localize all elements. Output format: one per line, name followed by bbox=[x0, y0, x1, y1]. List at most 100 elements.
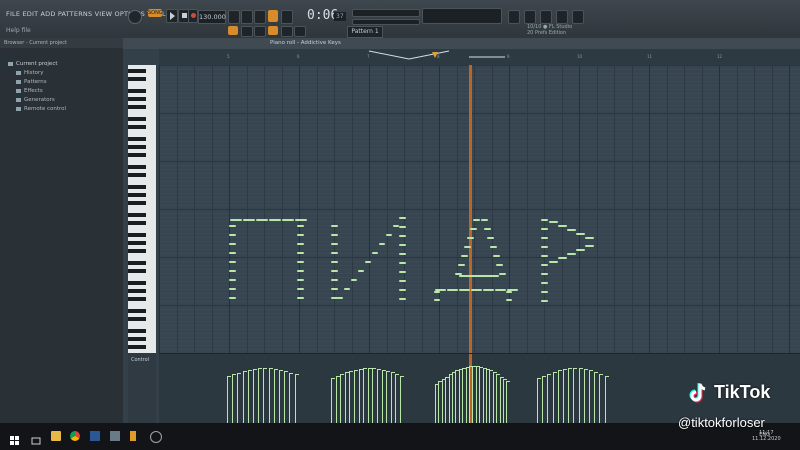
midi-note[interactable] bbox=[358, 270, 364, 272]
velocity-stem[interactable] bbox=[335, 376, 340, 424]
velocity-stem[interactable] bbox=[377, 368, 381, 424]
velocity-stem[interactable] bbox=[542, 375, 547, 424]
midi-note[interactable] bbox=[230, 219, 242, 221]
wait-button[interactable] bbox=[241, 10, 253, 24]
midi-note[interactable] bbox=[399, 289, 406, 291]
midi-note[interactable] bbox=[493, 255, 500, 257]
midi-note[interactable] bbox=[506, 291, 512, 293]
midi-note[interactable] bbox=[331, 252, 338, 254]
velocity-stem[interactable] bbox=[503, 378, 507, 424]
velocity-stem[interactable] bbox=[462, 367, 467, 424]
midi-note[interactable] bbox=[458, 264, 465, 266]
midi-note[interactable] bbox=[447, 289, 458, 291]
midi-note[interactable] bbox=[297, 234, 304, 236]
app-icon[interactable] bbox=[150, 431, 162, 443]
velocity-stem[interactable] bbox=[441, 378, 446, 424]
black-key[interactable] bbox=[128, 77, 146, 81]
midi-note[interactable] bbox=[282, 219, 294, 221]
midi-note[interactable] bbox=[297, 252, 304, 254]
velocity-stem[interactable] bbox=[438, 381, 443, 424]
midi-note[interactable] bbox=[567, 253, 576, 255]
fl-studio-taskbar-icon[interactable] bbox=[130, 431, 136, 441]
midi-note[interactable] bbox=[541, 282, 548, 284]
velocity-stem[interactable] bbox=[372, 368, 377, 424]
velocity-stem[interactable] bbox=[445, 376, 450, 424]
midi-note[interactable] bbox=[576, 249, 585, 251]
midi-note[interactable] bbox=[229, 288, 236, 290]
midi-note[interactable] bbox=[459, 275, 499, 277]
midi-note[interactable] bbox=[541, 219, 548, 221]
velocity-stem[interactable] bbox=[289, 372, 294, 424]
midi-note[interactable] bbox=[331, 243, 338, 245]
velocity-stem[interactable] bbox=[448, 374, 453, 424]
black-key[interactable] bbox=[128, 153, 146, 157]
velocity-stem[interactable] bbox=[563, 369, 567, 424]
midi-note[interactable] bbox=[481, 219, 488, 221]
midi-note[interactable] bbox=[297, 297, 304, 299]
black-key[interactable] bbox=[128, 201, 146, 205]
midi-note[interactable] bbox=[473, 219, 480, 221]
midi-note[interactable] bbox=[495, 289, 506, 291]
midi-note[interactable] bbox=[297, 243, 304, 245]
velocity-stem[interactable] bbox=[479, 366, 484, 424]
view-button-1[interactable] bbox=[241, 26, 253, 37]
black-key[interactable] bbox=[128, 281, 146, 285]
black-key[interactable] bbox=[128, 261, 146, 265]
taskbar-clock[interactable]: 11:17 11.12.2020 bbox=[752, 430, 781, 442]
metronome-button[interactable] bbox=[228, 10, 240, 24]
midi-note[interactable] bbox=[331, 288, 338, 290]
piano-keyboard[interactable] bbox=[128, 65, 156, 353]
midi-note[interactable] bbox=[558, 257, 567, 259]
midi-note[interactable] bbox=[365, 261, 371, 263]
black-key[interactable] bbox=[128, 329, 146, 333]
velocity-stem[interactable] bbox=[499, 376, 504, 424]
view-button-4[interactable] bbox=[294, 26, 306, 37]
velocity-stem[interactable] bbox=[279, 369, 283, 424]
record-button[interactable] bbox=[188, 9, 198, 23]
midi-note[interactable] bbox=[331, 234, 338, 236]
midi-note[interactable] bbox=[331, 261, 338, 263]
velocity-stem[interactable] bbox=[492, 372, 497, 424]
midi-note[interactable] bbox=[229, 261, 236, 263]
midi-note[interactable] bbox=[297, 225, 304, 227]
timeline-ruler[interactable]: 5 6 7 8 9 10 11 12 bbox=[159, 49, 800, 66]
midi-note[interactable] bbox=[386, 234, 392, 236]
midi-note[interactable] bbox=[549, 221, 558, 223]
velocity-stem[interactable] bbox=[258, 368, 263, 424]
black-key[interactable] bbox=[128, 185, 146, 189]
windows-start-button[interactable] bbox=[10, 431, 20, 445]
midi-note[interactable] bbox=[434, 299, 440, 301]
black-key[interactable] bbox=[128, 193, 146, 197]
velocity-stem[interactable] bbox=[496, 374, 501, 424]
velocity-stem[interactable] bbox=[506, 381, 511, 424]
file-explorer-icon[interactable] bbox=[51, 431, 61, 441]
velocity-stem[interactable] bbox=[552, 371, 557, 424]
velocity-stem[interactable] bbox=[578, 368, 583, 424]
tempo-display[interactable]: 130.000 bbox=[198, 10, 226, 24]
midi-note[interactable] bbox=[471, 289, 482, 291]
black-key[interactable] bbox=[128, 345, 146, 349]
midi-note[interactable] bbox=[372, 252, 378, 254]
midi-note[interactable] bbox=[229, 252, 236, 254]
view-button-3[interactable] bbox=[281, 26, 293, 37]
midi-note[interactable] bbox=[399, 271, 406, 273]
master-pitch-slider[interactable] bbox=[352, 9, 420, 17]
velocity-stem[interactable] bbox=[589, 370, 593, 424]
velocity-stem[interactable] bbox=[242, 371, 247, 424]
velocity-stem[interactable] bbox=[455, 370, 460, 424]
black-key[interactable] bbox=[128, 297, 146, 301]
velocity-stem[interactable] bbox=[386, 370, 391, 424]
black-key[interactable] bbox=[128, 69, 146, 73]
midi-note[interactable] bbox=[393, 225, 399, 227]
tool-button-4[interactable] bbox=[556, 10, 568, 24]
midi-note[interactable] bbox=[541, 264, 548, 266]
midi-note[interactable] bbox=[331, 225, 338, 227]
midi-note[interactable] bbox=[229, 225, 236, 227]
midi-note[interactable] bbox=[331, 279, 338, 281]
velocity-stem[interactable] bbox=[381, 369, 386, 424]
piano-roll-view-button[interactable] bbox=[268, 26, 278, 35]
velocity-stem[interactable] bbox=[294, 374, 299, 424]
midi-note[interactable] bbox=[576, 233, 585, 235]
black-key[interactable] bbox=[128, 125, 146, 129]
velocity-stem[interactable] bbox=[237, 372, 242, 424]
